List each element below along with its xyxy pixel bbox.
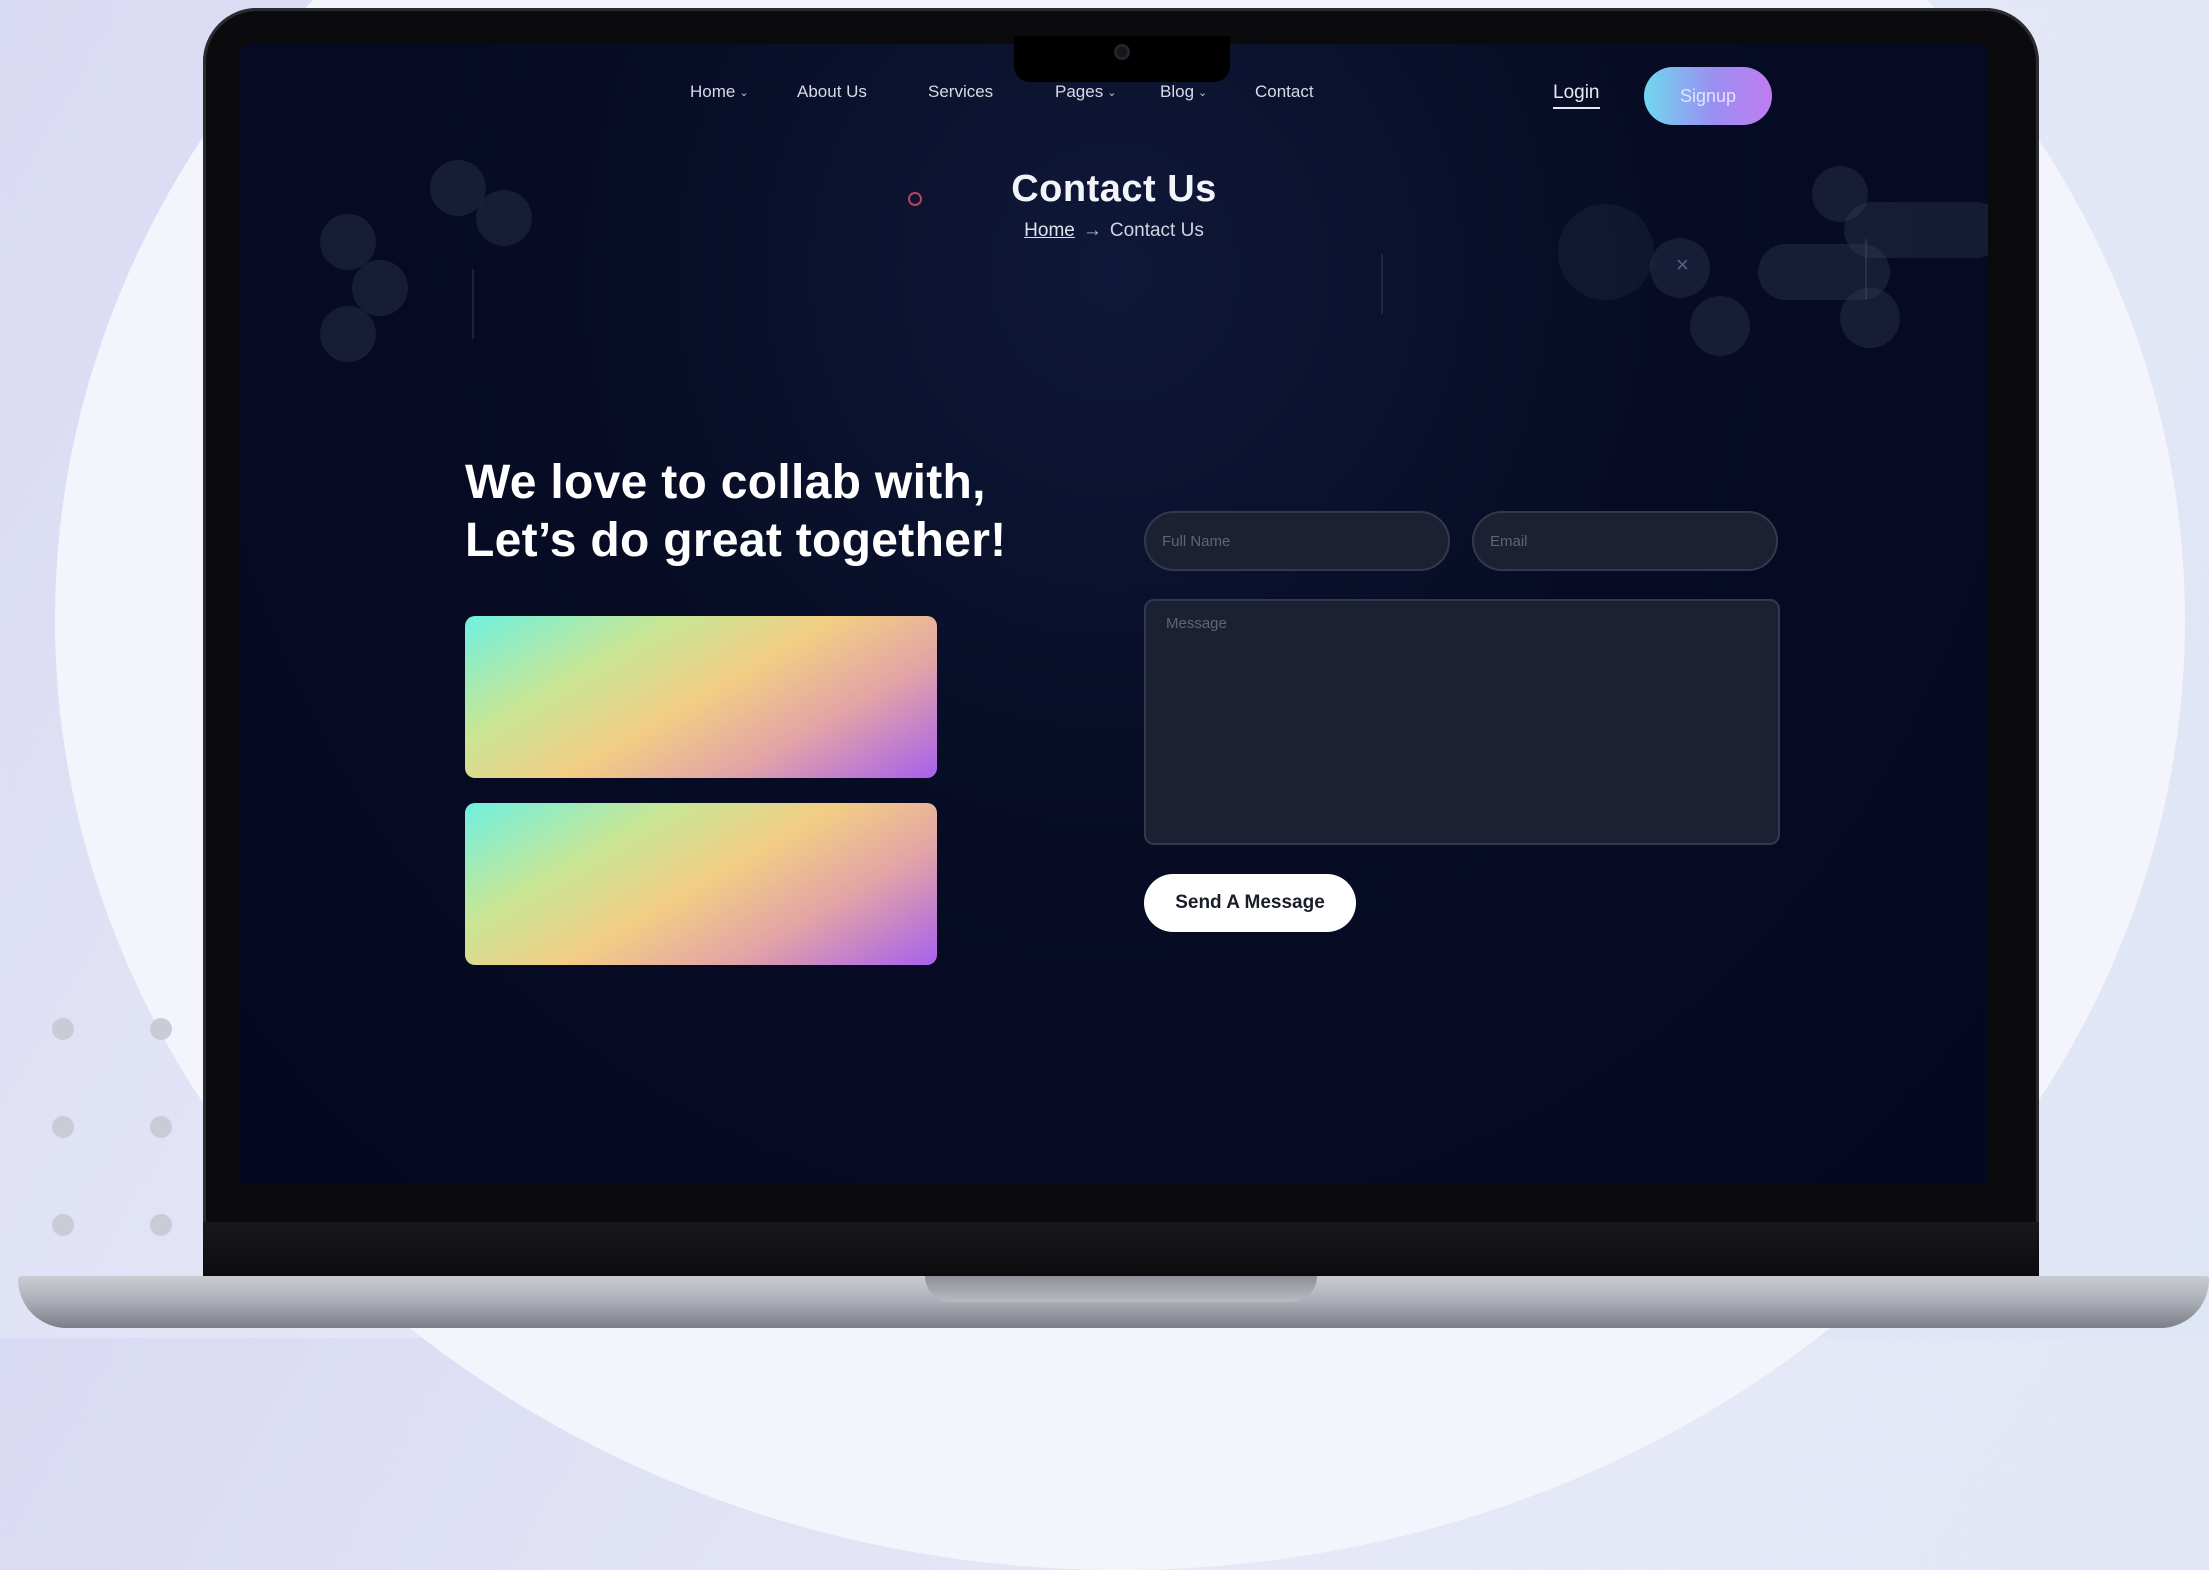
decor-dot [150, 1116, 172, 1138]
headline-line-2: Let’s do great together! [465, 514, 1007, 567]
decor-shape [320, 306, 376, 362]
decor-shape [1690, 296, 1750, 356]
breadcrumb: Home → Contact Us [240, 220, 1988, 242]
camera-icon [1114, 44, 1130, 60]
decor-dot [52, 1018, 74, 1040]
email-field[interactable]: Email [1472, 511, 1778, 571]
nav-item-home[interactable]: Home ⌄ [690, 82, 749, 102]
signup-button[interactable]: Signup [1644, 67, 1772, 125]
nav-item-contact[interactable]: Contact [1255, 82, 1314, 102]
headline-line-1: We love to collab with, [465, 456, 986, 509]
nav-item-label: Services [928, 82, 994, 101]
close-icon: × [1676, 252, 1689, 277]
decor-dot [150, 1018, 172, 1040]
nav-item-services[interactable]: Services [928, 82, 993, 102]
nav-item-about-us[interactable]: About Us [797, 82, 867, 102]
decor-shape [1840, 288, 1900, 348]
arrow-right-icon: → [1082, 220, 1102, 241]
decor-line [472, 269, 474, 339]
contact-headline: We love to collab with, Let’s do great t… [465, 454, 1006, 570]
decor-dot [52, 1116, 74, 1138]
nav-item-label: Blog [1160, 82, 1195, 101]
page-title: Contact Us [1011, 168, 1217, 210]
laptop-base-notch [925, 1276, 1317, 1302]
full-name-field[interactable]: Full Name [1144, 511, 1450, 571]
laptop-hinge [203, 1222, 2039, 1276]
nav-item-label: About Us [797, 82, 867, 101]
nav-item-blog[interactable]: Blog ⌄ [1160, 82, 1207, 102]
chevron-down-icon: ⌄ [1107, 86, 1117, 99]
decor-dot [150, 1214, 172, 1236]
decor-dot [52, 1214, 74, 1236]
camera-notch [1014, 36, 1230, 82]
decor-line [1865, 239, 1867, 299]
breadcrumb-home-link[interactable]: Home [1024, 220, 1075, 241]
login-link[interactable]: Login [1553, 82, 1600, 109]
send-message-button[interactable]: Send A Message [1144, 874, 1356, 932]
decor-shape [1558, 204, 1654, 300]
laptop-screen: × Home ⌄ About Us Services Pages ⌄ Blog … [240, 44, 1988, 1184]
nav-item-label: Contact [1255, 82, 1314, 101]
decor-shape [352, 260, 408, 316]
chevron-down-icon: ⌄ [739, 86, 749, 99]
breadcrumb-current: Contact Us [1109, 220, 1204, 241]
gradient-card-1 [465, 616, 937, 778]
chevron-down-icon: ⌄ [1198, 86, 1208, 99]
nav-item-label: Home [690, 82, 736, 101]
message-field[interactable]: Message [1144, 599, 1780, 845]
decor-line [1381, 254, 1383, 314]
gradient-card-2 [465, 803, 937, 965]
nav-item-pages[interactable]: Pages ⌄ [1055, 82, 1116, 102]
nav-item-label: Pages [1055, 82, 1104, 101]
